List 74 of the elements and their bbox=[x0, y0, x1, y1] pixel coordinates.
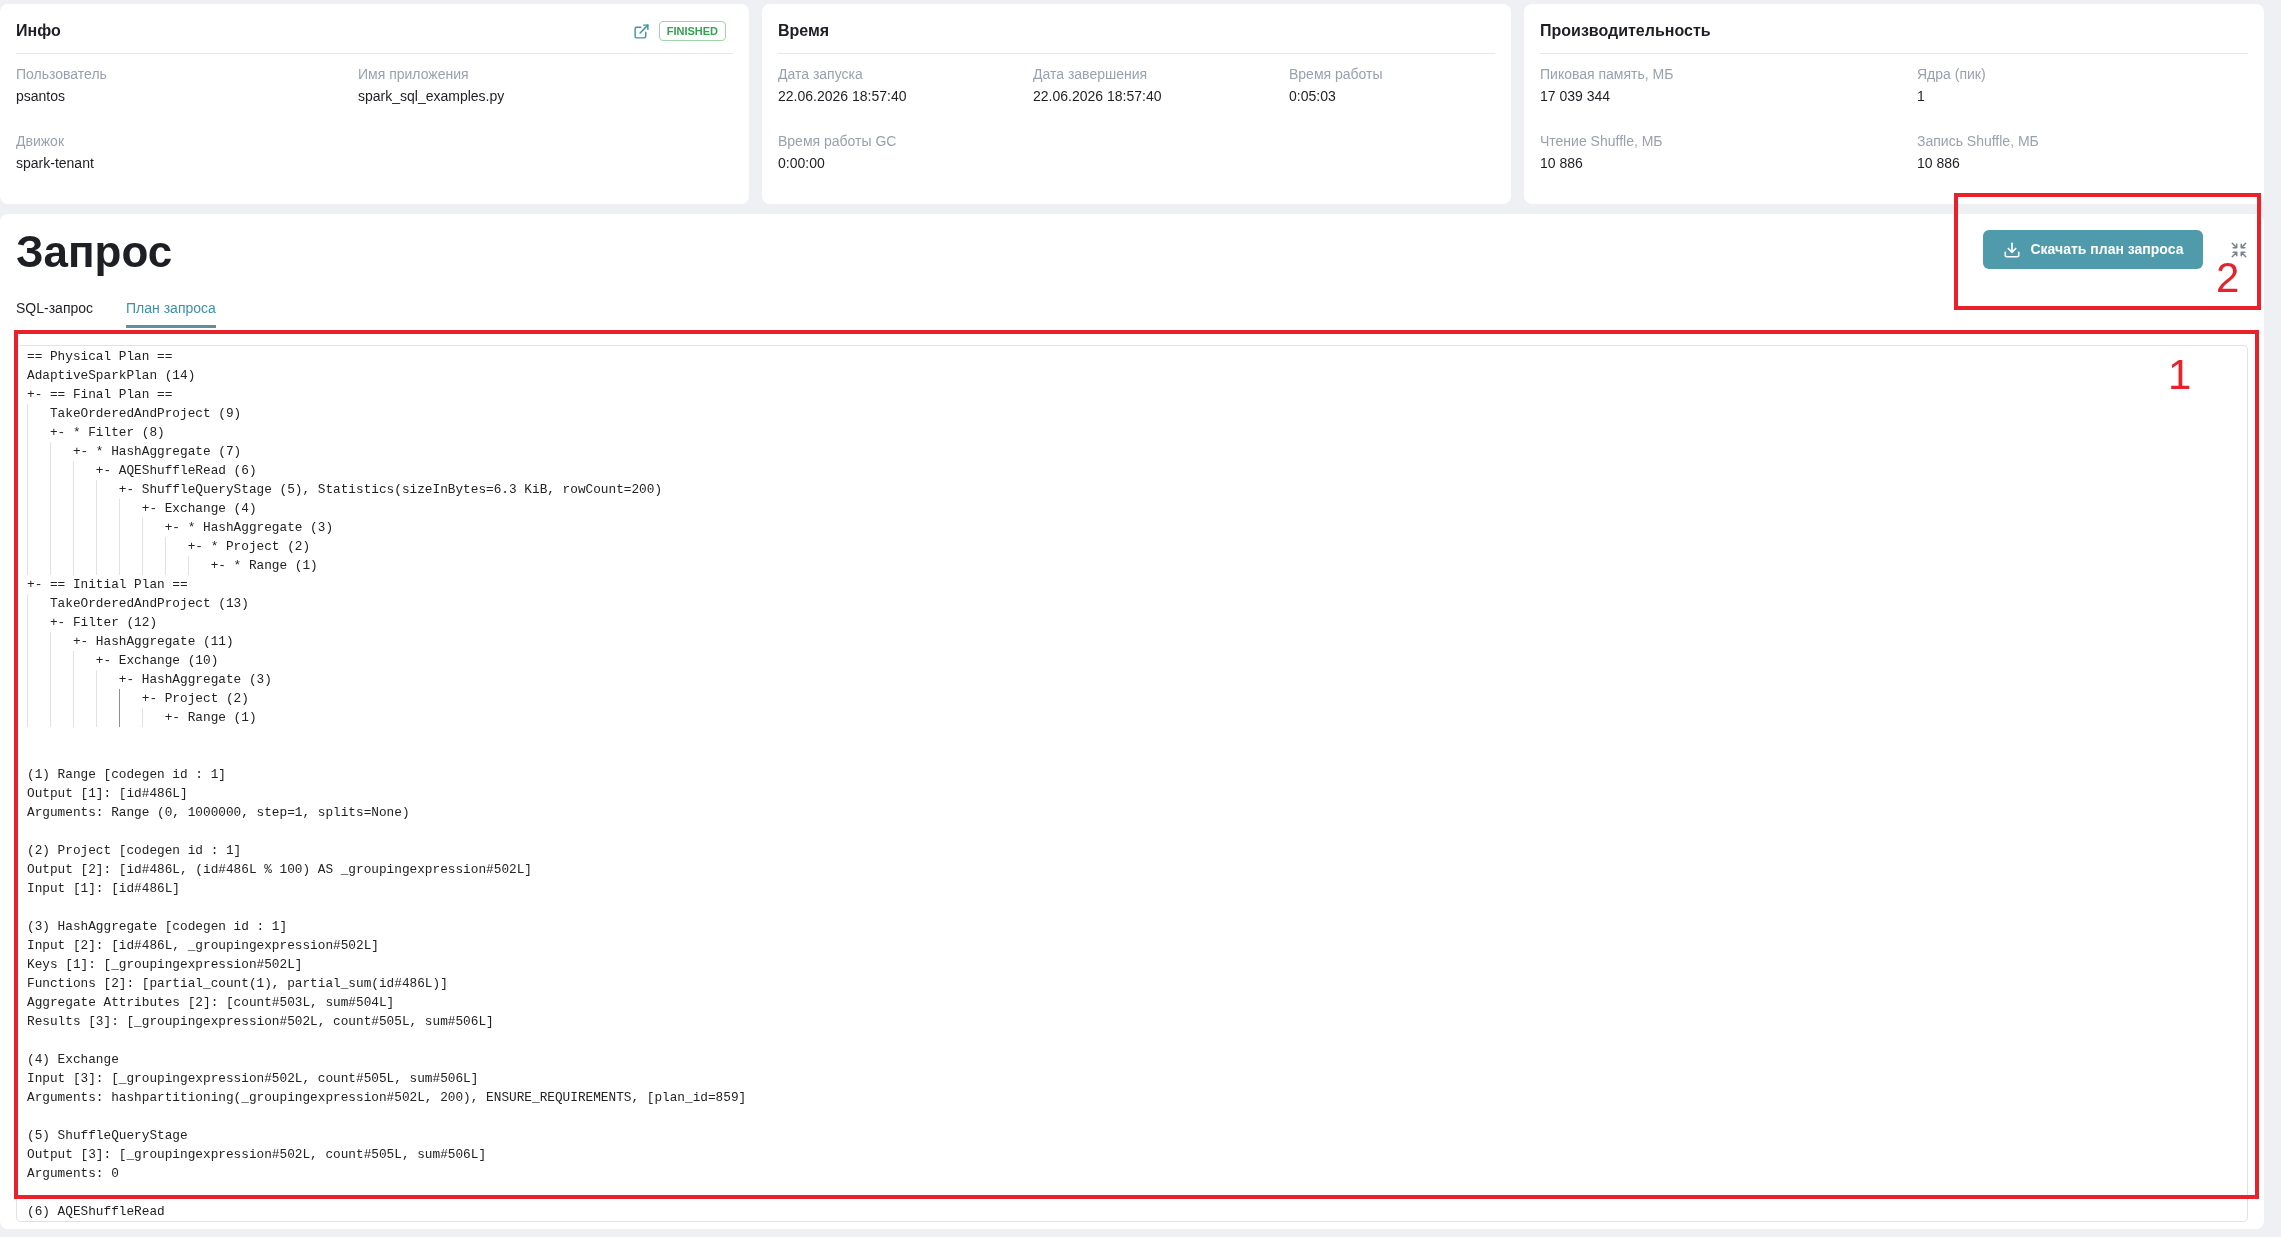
code-line: Keys [1]: [_groupingexpression#502L] bbox=[27, 956, 303, 974]
code-line: Aggregate Attributes [2]: [count#503L, sum#504L] bbox=[27, 994, 395, 1012]
field-value: spark_sql_examples.py bbox=[358, 87, 505, 106]
code-line: +- * Project (2) bbox=[187, 538, 311, 556]
code-line: +- Range (1) bbox=[164, 709, 257, 727]
code-line: Output [1]: [id#486L] bbox=[27, 785, 188, 803]
field-value: 0:00:00 bbox=[778, 154, 825, 173]
field-value: 1 bbox=[1917, 87, 1925, 106]
card-title: Время bbox=[778, 21, 830, 41]
code-line: +- Project (2) bbox=[141, 690, 249, 708]
field-value: psantos bbox=[16, 87, 66, 106]
code-line: Output [3]: [_groupingexpression#502L, count#505L, sum#506L] bbox=[27, 1146, 487, 1164]
code-line: +- HashAggregate (11) bbox=[72, 633, 234, 651]
field-label: Запись Shuffle, МБ bbox=[1917, 132, 2039, 151]
code-line: AdaptiveSparkPlan (14) bbox=[27, 367, 196, 385]
field-value: 22.06.2026 18:57:40 bbox=[1033, 87, 1162, 106]
code-line: +- Exchange (10) bbox=[95, 652, 219, 670]
code-line: +- AQEShuffleRead (6) bbox=[95, 462, 257, 480]
code-line: Input [3]: [_groupingexpression#502L, count#505L, sum#506L] bbox=[27, 1070, 479, 1088]
field-label: Дата запуска bbox=[778, 65, 863, 84]
field-label: Пользователь bbox=[16, 65, 107, 84]
field-value: 10 886 bbox=[1917, 154, 1960, 173]
code-line: (3) HashAggregate [codegen id : 1] bbox=[27, 918, 288, 936]
code-line: +- * HashAggregate (7) bbox=[72, 443, 242, 461]
section-title: Запрос bbox=[16, 228, 173, 276]
exit-fullscreen-icon[interactable] bbox=[2230, 240, 2248, 259]
code-line: (5) ShuffleQueryStage bbox=[27, 1127, 188, 1145]
field-value: 10 886 bbox=[1540, 154, 1583, 173]
field-value: 0:05:03 bbox=[1289, 87, 1336, 106]
field-value: 17 039 344 bbox=[1540, 87, 1611, 106]
code-line: (2) Project [codegen id : 1] bbox=[27, 842, 242, 860]
code-line: (4) Exchange bbox=[27, 1051, 119, 1069]
code-line: +- ShuffleQueryStage (5), Statistics(sizeInBytes=6.3 KiB, rowCount=200) bbox=[118, 481, 663, 499]
field-label: Дата завершения bbox=[1033, 65, 1148, 84]
code-line: TakeOrderedAndProject (9) bbox=[49, 405, 242, 423]
code-line: +- Exchange (4) bbox=[141, 500, 257, 518]
tab[interactable]: SQL-запрос bbox=[16, 298, 94, 328]
field-label: Имя приложения bbox=[358, 65, 469, 84]
card-title: Производительность bbox=[1540, 21, 1711, 41]
field-label: Ядра (пик) bbox=[1917, 65, 1986, 84]
code-line: +- * HashAggregate (3) bbox=[164, 519, 334, 537]
code-line: +- HashAggregate (3) bbox=[118, 671, 272, 689]
field-label: Время работы GC bbox=[778, 132, 897, 151]
status-badge: FINISHED bbox=[658, 21, 726, 41]
code-line: Arguments: Range (0, 1000000, step=1, splits=None) bbox=[27, 804, 410, 822]
code-line: (1) Range [codegen id : 1] bbox=[27, 766, 226, 784]
external-link-icon[interactable] bbox=[632, 22, 650, 40]
field-value: spark-tenant bbox=[16, 154, 94, 173]
field-value: 22.06.2026 18:57:40 bbox=[778, 87, 907, 106]
download-button[interactable]: Скачать план запроса bbox=[1983, 230, 2203, 269]
code-line: TakeOrderedAndProject (13) bbox=[49, 595, 249, 613]
field-label: Время работы bbox=[1289, 65, 1383, 84]
code-line: == Physical Plan == bbox=[27, 348, 173, 366]
code-line: Input [1]: [id#486L] bbox=[27, 880, 181, 898]
code-line: +- == Final Plan == bbox=[27, 386, 173, 404]
code-line: Arguments: hashpartitioning(_groupingexpression#502L, 200), ENSURE_REQUIREMENTS, [plan_id=859] bbox=[27, 1089, 747, 1107]
code-line: Output [2]: [id#486L, (id#486L % 100) AS _groupingexpression#502L] bbox=[27, 861, 532, 879]
code-line: +- == Initial Plan == bbox=[27, 576, 188, 594]
tab[interactable]: План запроса bbox=[126, 298, 216, 328]
field-label: Движок bbox=[16, 132, 64, 151]
code-line: +- * Range (1) bbox=[210, 557, 318, 575]
code-line: (6) AQEShuffleRead bbox=[27, 1203, 165, 1221]
code-line: Input [2]: [id#486L, _groupingexpression#502L] bbox=[27, 937, 379, 955]
code-line: Results [3]: [_groupingexpression#502L, count#505L, sum#506L] bbox=[27, 1013, 494, 1031]
code-line: Functions [2]: [partial_count(1), partial_sum(id#486L)] bbox=[27, 975, 448, 993]
code-line: +- * Filter (8) bbox=[49, 424, 165, 442]
annotation-label: 2 bbox=[2216, 261, 2240, 295]
code-line: Arguments: 0 bbox=[27, 1165, 119, 1183]
field-label: Пиковая память, МБ bbox=[1540, 65, 1674, 84]
annotation-label: 1 bbox=[2168, 355, 2192, 395]
code-line: +- Filter (12) bbox=[49, 614, 158, 632]
card-title: Инфо bbox=[16, 21, 61, 41]
download-icon bbox=[2002, 240, 2021, 259]
field-label: Чтение Shuffle, МБ bbox=[1540, 132, 1663, 151]
